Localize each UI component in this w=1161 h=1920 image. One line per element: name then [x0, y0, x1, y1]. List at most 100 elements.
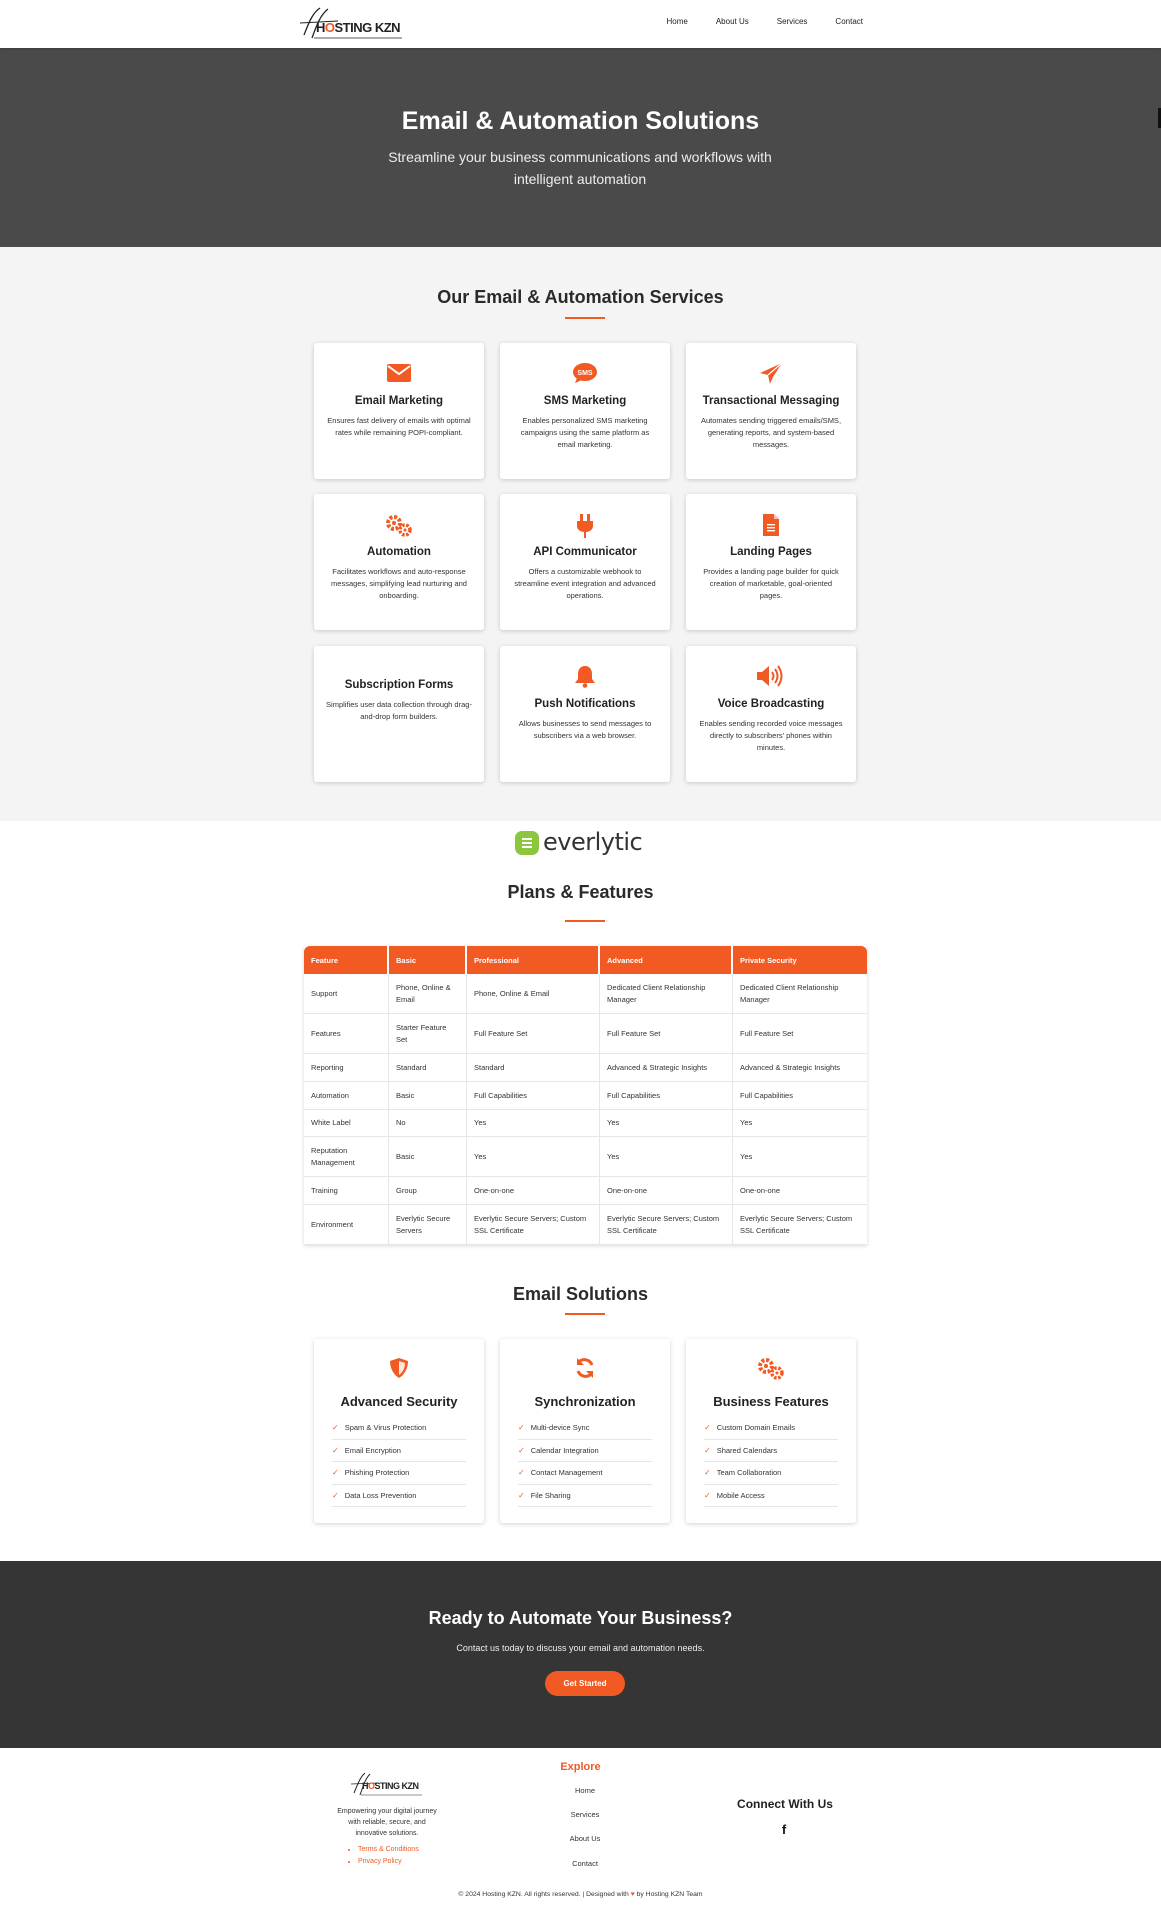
sms-icon: SMS — [500, 362, 670, 384]
everlytic-logo: everlytic — [515, 828, 655, 858]
gears-icon — [314, 514, 484, 537]
check-icon: ✓ — [518, 1490, 525, 1500]
footer-link-home[interactable]: Home — [555, 1786, 615, 1795]
list-item: ✓ Custom Domain Emails — [704, 1417, 838, 1440]
table-row: Reputation Management Basic Yes Yes Yes — [304, 1137, 867, 1177]
plans-table: Feature Basic Professional Advanced Priv… — [304, 946, 867, 1245]
list-item: ✓ Contact Management — [518, 1462, 652, 1485]
cta-title: Ready to Automate Your Business? — [428, 1608, 733, 1628]
solution-card-title: Advanced Security — [340, 1394, 458, 1409]
svg-text:SMS: SMS — [577, 370, 593, 377]
service-card-text: Simplifies user data collection through … — [326, 700, 472, 721]
footer-link-about[interactable]: About Us — [555, 1834, 615, 1843]
solution-feature-list: ✓ Spam & Virus Protection ✓ Email Encrypti… — [332, 1417, 466, 1507]
list-item-label: Phishing Protection — [344, 1468, 410, 1477]
list-item-label: Team Collaboration — [716, 1468, 782, 1477]
cta-section: Ready to Automate Your Business? Contact… — [0, 1561, 1161, 1748]
table-cell: One-on-one — [467, 1177, 600, 1205]
table-row: Reporting Standard Standard Advanced & S… — [304, 1054, 867, 1082]
footer: HOSTING KZN Empowering your digital jour… — [0, 1748, 1161, 1920]
service-card-title: Voice Broadcasting — [717, 698, 825, 710]
get-started-button[interactable]: Get Started — [545, 1671, 625, 1696]
table-cell: Yes — [600, 1110, 733, 1137]
nav-link-home[interactable]: Home — [666, 17, 687, 26]
check-icon: ✓ — [704, 1468, 711, 1477]
service-card-api-communicator: API Communicator Offers a customizable w… — [500, 494, 670, 630]
table-cell: Advanced & Strategic Insights — [733, 1054, 867, 1082]
solution-feature-list: ✓ Custom Domain Emails ✓ Shared Calendars … — [704, 1417, 838, 1507]
list-item-label: Spam & Virus Protection — [344, 1423, 427, 1432]
table-row: Automation Basic Full Capabilities Full … — [304, 1082, 867, 1110]
footer-legal-links: Terms & Conditions Privacy Policy — [358, 1844, 419, 1868]
services-title: Our Email & Automation Services — [437, 287, 724, 307]
file-icon — [686, 513, 856, 536]
service-card-transactional-messaging: Transactional Messaging Automates sendin… — [686, 343, 856, 479]
solution-card-synchronization: Synchronization ✓ Multi-device Sync ✓ Cale… — [500, 1339, 670, 1523]
service-card-title: Automation — [367, 546, 431, 558]
table-cell: Yes — [467, 1137, 600, 1177]
facebook-icon[interactable]: f — [779, 1822, 789, 1837]
list-item-label: Multi-device Sync — [530, 1423, 590, 1432]
solution-feature-list: ✓ Multi-device Sync ✓ Calendar Integration… — [518, 1417, 652, 1507]
service-card-sms-marketing: SMS SMS Marketing Enables personalized S… — [500, 343, 670, 479]
cta-text: Contact us today to discuss your email a… — [456, 1643, 705, 1653]
page: HOSTING KZN Home About Us Services Conta… — [0, 0, 1161, 1920]
plans-header-cell: Feature — [304, 946, 389, 974]
table-cell: Support — [304, 974, 389, 1014]
footer-explore-title: Explore — [560, 1761, 601, 1773]
table-cell: Full Capabilities — [467, 1082, 600, 1110]
service-card-email-marketing: Email Marketing Ensures fast delivery of… — [314, 343, 484, 479]
brand-logo[interactable]: HOSTING KZN — [298, 5, 408, 43]
table-cell: Phone, Online & Email — [389, 974, 467, 1014]
nav-link-about[interactable]: About Us — [716, 17, 749, 26]
table-cell: Everlytic Secure Servers — [389, 1205, 467, 1245]
service-card-text: Enables personalized SMS marketing campa… — [520, 416, 650, 449]
speaker-icon — [686, 665, 856, 687]
service-card-title: Email Marketing — [354, 395, 444, 407]
check-icon: ✓ — [518, 1445, 525, 1455]
list-item-label: Data Loss Prevention — [344, 1490, 417, 1500]
table-cell: Yes — [733, 1137, 867, 1177]
footer-tagline: Empowering your digital journey with rel… — [337, 1808, 437, 1837]
service-card-title: API Communicator — [533, 546, 637, 558]
service-card-title: Subscription Forms — [344, 679, 454, 691]
list-item: ✓ Spam & Virus Protection — [332, 1417, 466, 1440]
top-navbar: HOSTING KZN Home About Us Services Conta… — [0, 0, 1161, 48]
table-cell: Standard — [389, 1054, 467, 1082]
check-icon: ✓ — [332, 1468, 339, 1477]
service-card-text: Offers a customizable webhook to streaml… — [514, 567, 656, 600]
gears-icon — [686, 1357, 856, 1380]
plug-icon — [500, 513, 670, 538]
plans-header-row: Feature Basic Professional Advanced Priv… — [304, 946, 867, 974]
table-cell: Phone, Online & Email — [467, 974, 600, 1014]
table-cell: Full Capabilities — [733, 1082, 867, 1110]
list-item-label: Calendar Integration — [530, 1445, 599, 1455]
privacy-link[interactable]: Privacy Policy — [358, 1856, 419, 1868]
bell-icon — [500, 664, 670, 688]
nav-links: Home About Us Services Contact — [666, 17, 863, 26]
footer-link-contact[interactable]: Contact — [555, 1859, 615, 1868]
table-cell: Automation — [304, 1082, 389, 1110]
table-cell: Yes — [467, 1110, 600, 1137]
copyright-before: © 2024 Hosting KZN. All rights reserved.… — [458, 1891, 629, 1898]
table-cell: Basic — [389, 1137, 467, 1177]
list-item: ✓ Team Collaboration — [704, 1462, 838, 1485]
envelope-icon — [314, 363, 484, 385]
plans-title-underline — [565, 920, 605, 922]
list-item-label: Contact Management — [530, 1468, 603, 1477]
table-cell: Full Feature Set — [467, 1014, 600, 1054]
footer-brand-logo[interactable]: HOSTING KZN — [350, 1771, 425, 1799]
table-cell: Reputation Management — [304, 1137, 389, 1177]
nav-link-contact[interactable]: Contact — [835, 17, 863, 26]
terms-link[interactable]: Terms & Conditions — [358, 1844, 419, 1856]
service-card-text: Provides a landing page builder for quic… — [703, 567, 839, 600]
plans-header-cell: Advanced — [600, 946, 733, 974]
service-card-voice-broadcasting: Voice Broadcasting Enables sending recor… — [686, 646, 856, 782]
services-section: Our Email & Automation Services Email Ma… — [0, 247, 1161, 821]
sync-icon — [500, 1357, 670, 1379]
table-cell: Everlytic Secure Servers; Custom SSL Cer… — [600, 1205, 733, 1245]
hero-subtitle: Streamline your business communications … — [388, 149, 772, 187]
nav-link-services[interactable]: Services — [777, 17, 808, 26]
footer-link-services[interactable]: Services — [555, 1810, 615, 1819]
table-cell: Environment — [304, 1205, 389, 1245]
